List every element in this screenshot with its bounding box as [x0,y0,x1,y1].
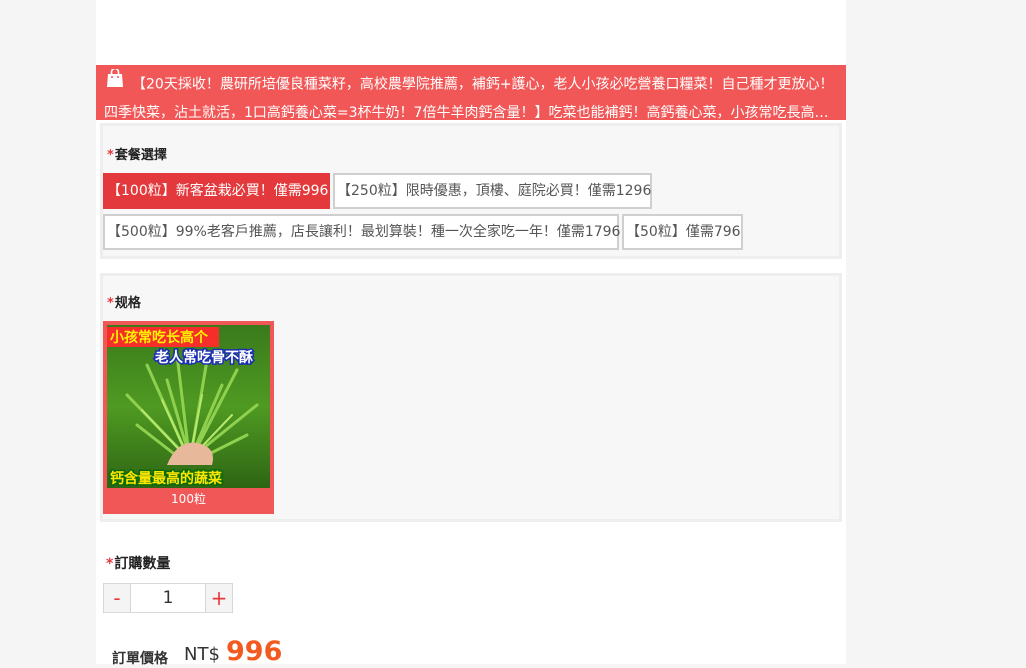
package-option-500[interactable]: 【500粒】99%老客戶推薦，店長讓利！最划算裝！種一次全家吃一年！僅需1796 [103,214,620,250]
promo-line-2: 四季快菜，沾土就活，1口高鈣養心菜=3杯牛奶！7倍牛羊肉鈣含量！】吃菜也能補鈣！… [104,105,838,120]
price-value: 996 [226,636,283,667]
required-mark: * [107,148,114,163]
quantity-stepper: - + [103,583,233,613]
quantity-input[interactable] [131,584,205,612]
promo-line-1: 【20天採收！農研所培優良種菜籽，高校農學院推薦，補鈣+護心，老人小孩必吃營養口… [104,69,838,100]
quantity-minus-button[interactable]: - [104,584,131,612]
promo-banner: 【20天採收！農研所培優良種菜籽，高校農學院推薦，補鈣+護心，老人小孩必吃營養口… [96,65,846,120]
shopping-bag-icon [104,69,126,98]
package-label: *套餐選擇 [107,144,167,163]
required-mark: * [107,296,114,311]
package-option-100[interactable]: 【100粒】新客盆栽必買！僅需996 [103,173,330,209]
price-label: 訂單價格 [112,651,168,667]
price-currency: NT$ [184,644,220,665]
quantity-plus-button[interactable]: + [205,584,232,612]
spec-caption: 100粒 [171,492,206,506]
package-label-text: 套餐選擇 [114,148,167,163]
quantity-label: *訂購數量 [106,553,170,573]
required-mark: * [106,556,114,572]
package-panel: *套餐選擇 【100粒】新客盆栽必買！僅需996 【250粒】限時優惠，頂樓、庭… [100,123,842,259]
product-page: 【20天採收！農研所培優良種菜籽，高校農學院推薦，補鈣+護心，老人小孩必吃營養口… [96,0,846,667]
image-text-1: 小孩常吃长高个 [110,329,209,346]
promo-text-1: 【20天採收！農研所培優良種菜籽，高校農學院推薦，補鈣+護心，老人小孩必吃營養口… [132,76,834,93]
image-text-3: 钙含量最高的蔬菜 [110,470,223,487]
package-option-50[interactable]: 【50粒】僅需796 [622,214,743,250]
product-image: 小孩常吃长高个 老人常吃骨不酥 钙含量最高的蔬菜 [107,325,270,488]
image-text-2: 老人常吃骨不酥 [155,349,253,366]
spec-label: *规格 [107,292,141,311]
spec-label-text: 规格 [114,296,141,311]
package-option-250[interactable]: 【250粒】限時優惠，頂樓、庭院必買！僅需1296 [333,173,652,209]
quantity-label-text: 訂購數量 [114,556,171,572]
spec-option-100[interactable]: 小孩常吃长高个 老人常吃骨不酥 钙含量最高的蔬菜 100粒 [103,321,274,514]
spec-panel: *规格 小孩常吃长高个 老人常吃骨不酥 钙含量最高的蔬菜 100粒 [100,273,842,522]
